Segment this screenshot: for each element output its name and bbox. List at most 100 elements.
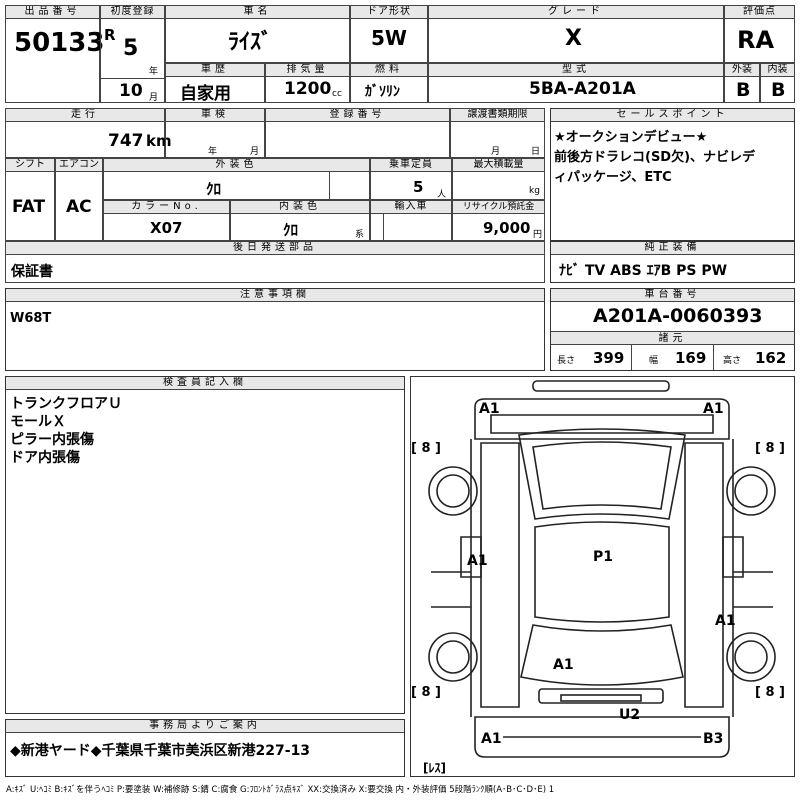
lot-number-label: 出品番号 xyxy=(6,6,99,19)
genuine-equipment: ﾅﾋﾞ TV ABS ｴｱB PS PW xyxy=(559,263,728,279)
ac: AC xyxy=(66,197,92,217)
int-color-cell: 内装色 ｸﾛ 系 xyxy=(230,200,370,241)
max-load-label: 最大積載量 xyxy=(453,159,544,172)
width-label: 幅 xyxy=(649,356,659,366)
exterior-score-label: 外装 xyxy=(725,64,759,77)
color-no: X07 xyxy=(150,219,183,237)
grade-cell: グレード X xyxy=(428,5,724,63)
model-label: 型式 xyxy=(429,64,723,77)
chassis-label: 車台番号 xyxy=(551,289,794,302)
int-color: ｸﾛ xyxy=(283,221,299,239)
capacity-label: 乗車定員 xyxy=(371,159,451,172)
first-reg-era: R xyxy=(104,26,116,44)
mark-front-right: A1 xyxy=(703,401,724,417)
capacity: 5 xyxy=(413,178,424,196)
recycle-unit: 円 xyxy=(533,230,543,240)
fuel: ｶﾞｿﾘﾝ xyxy=(365,84,400,100)
sales-point-line-1: ★オークションデビュー★ xyxy=(554,130,708,145)
recycle-deposit: 9,000 xyxy=(483,219,531,237)
displacement-cell: 排気量 1200 cc xyxy=(265,63,350,103)
transfer-label: 譲渡書類期限 xyxy=(451,109,544,122)
inspector-line-2: モールＸ xyxy=(10,414,66,430)
length: 399 xyxy=(593,349,625,367)
door-cell: ドア形状 5W xyxy=(350,5,428,63)
shift-cell: シフト FAT xyxy=(5,158,55,241)
exterior-score-cell: 外装 B xyxy=(724,63,760,103)
ext-color-cell: 外装色 ｸﾛ xyxy=(103,158,370,200)
mileage: 747 xyxy=(108,131,144,151)
first-reg-month-unit: 月 xyxy=(149,93,159,103)
inspection-month-unit: 月 xyxy=(250,147,260,157)
ac-label: エアコン xyxy=(56,159,102,172)
car-name-label: 車名 xyxy=(166,6,349,19)
reg-no-label: 登録番号 xyxy=(266,109,449,122)
inspector-label: 検査員記入欄 xyxy=(6,377,404,390)
notes-block: 注意事項欄 W68T xyxy=(5,288,545,371)
transfer-cell: 譲渡書類期限 月 日 xyxy=(450,108,545,158)
interior-score-label: 内装 xyxy=(761,64,794,77)
office-block: 事務局よりご案内 ◆新港ヤード◆千葉県千葉市美浜区新港227-13 xyxy=(5,719,405,777)
inspector-block: 検査員記入欄 トランクフロアＵ モールＸ ピラー内張傷 ドア内張傷 xyxy=(5,376,405,714)
chassis-block: 車台番号 A201A-0060393 諸元 長さ 399 幅 169 高さ 16… xyxy=(550,288,795,371)
max-load-cell: 最大積載量 kg xyxy=(452,158,545,200)
first-reg-year-unit: 年 xyxy=(149,67,159,77)
lot-number-cell: 出品番号 50133 xyxy=(5,5,104,103)
first-reg-label: 初度登録 xyxy=(101,6,164,19)
tire-rear-left: [ 8 ] xyxy=(411,685,441,700)
mark-rear-bumper: U2 xyxy=(619,707,641,723)
inspector-line-4: ドア内張傷 xyxy=(10,450,80,466)
inspection-year-unit: 年 xyxy=(208,147,218,157)
shift-label: シフト xyxy=(6,159,54,172)
lot-number: 50133 xyxy=(14,28,105,58)
fuel-label: 燃料 xyxy=(351,64,427,77)
history: 自家用 xyxy=(180,84,231,104)
max-load-unit: kg xyxy=(529,186,540,196)
recycle-label: リサイクル預託金 xyxy=(453,201,544,214)
inspection-label: 車検 xyxy=(166,109,264,122)
first-reg-year: 5 xyxy=(123,36,139,61)
width: 169 xyxy=(675,349,707,367)
auction-score: RA xyxy=(737,26,775,54)
recycle-cell: リサイクル預託金 9,000 円 xyxy=(452,200,545,241)
first-reg-month: 10 xyxy=(119,81,143,101)
mark-front-left: A1 xyxy=(479,401,500,417)
car-outline xyxy=(428,380,776,758)
inspector-line-3: ピラー内張傷 xyxy=(10,432,94,448)
transfer-month-unit: 月 xyxy=(491,147,501,157)
mark-rear-right: B3 xyxy=(703,731,724,747)
int-color-label: 内装色 xyxy=(231,201,369,214)
later-parts-label: 後日発送部品 xyxy=(6,242,544,255)
color-no-cell: カラーNo. X07 xyxy=(103,200,230,241)
sales-point-line-3: ィパッケージ、ETC xyxy=(554,170,672,185)
import-cell: 輸入車 xyxy=(370,200,452,241)
mark-rear-glass: A1 xyxy=(553,657,574,673)
grade: X xyxy=(565,26,582,51)
mark-roof: P1 xyxy=(593,549,614,565)
door-type: 5W xyxy=(371,26,407,50)
displacement-label: 排気量 xyxy=(266,64,349,77)
first-reg-cell: 初度登録 R 5 年 10 月 xyxy=(100,5,165,103)
transfer-day-unit: 日 xyxy=(531,147,541,157)
chassis-number: A201A-0060393 xyxy=(593,305,763,327)
model-cell: 型式 5BA-A201A xyxy=(428,63,724,103)
spare-tire: [ﾚｽ] xyxy=(423,761,446,775)
import-label: 輸入車 xyxy=(371,201,451,214)
office-label: 事務局よりご案内 xyxy=(6,720,404,733)
sales-point-line-2: 前後方ドラレコ(SD欠)、ナビレデ xyxy=(554,150,756,165)
displacement-unit: cc xyxy=(332,89,342,99)
exterior-score: B xyxy=(736,79,751,101)
later-parts-cell: 後日発送部品 保証書 xyxy=(5,241,545,283)
height: 162 xyxy=(755,349,787,367)
mark-right-rear-door: A1 xyxy=(715,613,736,629)
damage-diagram: A1 A1 A1 P1 A1 A1 U2 A1 B3 [ 8 ] [ 8 ] [… xyxy=(410,376,795,777)
capacity-unit: 人 xyxy=(437,190,447,200)
height-label: 高さ xyxy=(723,356,742,366)
sales-point-label: セールスポイント xyxy=(551,109,794,122)
legend: A:ｷｽﾞ U:ﾍｺﾐ B:ｷｽﾞを伴うﾍｺﾐ P:要塗装 W:補修跡 S:錆 … xyxy=(6,785,555,795)
sales-point-block: セールスポイント ★オークションデビュー★ 前後方ドラレコ(SD欠)、ナビレデ … xyxy=(550,108,795,241)
genuine-equipment-label: 純正装備 xyxy=(551,242,794,255)
interior-score-cell: 内装 B xyxy=(760,63,795,103)
notes: W68T xyxy=(10,311,52,326)
color-no-label: カラーNo. xyxy=(104,201,229,214)
int-color-unit: 系 xyxy=(355,230,365,240)
